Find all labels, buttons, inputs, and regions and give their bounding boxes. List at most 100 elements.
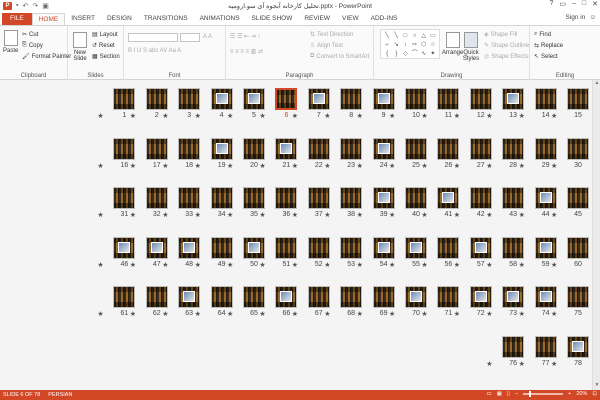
slide-thumbnail[interactable]: ★ 35 [227, 187, 265, 219]
slide-thumbnail[interactable]: ★ 72 [454, 286, 492, 318]
slide-thumbnail[interactable]: ★ 47 [130, 236, 168, 269]
slide-thumbnail[interactable]: ★ 34 [195, 187, 233, 219]
slide-thumbnail[interactable]: ★ 6 [259, 88, 298, 120]
slide-thumbnail[interactable]: ★ 67 [292, 286, 330, 318]
ribbon-display-icon[interactable]: ▭ [559, 0, 566, 8]
replace-button[interactable]: ⇆ Replace [534, 42, 563, 50]
slide-thumbnail[interactable]: ★ 15 [551, 88, 589, 120]
slide-thumbnail[interactable]: ★ 50 [227, 236, 265, 269]
slide-thumbnail[interactable]: ★ 56 [421, 236, 460, 269]
slide-thumbnail[interactable]: ★ 1 [97, 88, 136, 120]
text-direction-button[interactable]: ⇅ Text Direction [310, 31, 353, 39]
slide-thumbnail[interactable]: ★ 12 [454, 88, 492, 120]
slide-thumbnail[interactable]: ★ 73 [486, 286, 525, 318]
slide-thumbnail[interactable]: ★ 71 [421, 286, 460, 318]
normal-view-icon[interactable]: ▭ [487, 391, 492, 397]
slide-thumbnail[interactable]: ★ 33 [162, 187, 201, 219]
tab-home[interactable]: HOME [31, 13, 66, 25]
slide-thumbnail[interactable]: ★ 23 [324, 137, 363, 170]
slide-thumbnail[interactable]: ★ 77 [519, 335, 557, 368]
slide-thumbnail[interactable]: ★ 8 [324, 88, 363, 120]
slide-thumbnail[interactable]: ★ 55 [389, 236, 427, 269]
slide-thumbnail[interactable]: ★ 29 [519, 137, 557, 170]
slide-thumbnail[interactable]: ★ 75 [551, 286, 589, 318]
undo-icon[interactable]: ↶ [22, 2, 28, 10]
slide-thumbnail[interactable]: ★ 48 [162, 236, 201, 269]
layout-button[interactable]: ▤ Layout [92, 31, 118, 39]
slide-thumbnail[interactable]: ★ 14 [519, 88, 557, 120]
slide-thumbnail[interactable]: ★ 49 [195, 236, 233, 269]
slide-thumbnail[interactable]: ★ 64 [195, 286, 233, 318]
slide-thumbnail[interactable]: ★ 68 [324, 286, 363, 318]
shapes-gallery[interactable]: ╲ ╲ □ ○ △ ▭ ⌐ ↘ ↓ ⇨ ⬡ ☆ {} ◇ ⌒ ∿ ✦ [380, 29, 440, 59]
minimize-icon[interactable]: – [572, 0, 576, 8]
section-button[interactable]: ▦ Section [92, 53, 120, 61]
transition-star-icon[interactable]: ★ [97, 261, 103, 269]
tab-view[interactable]: VIEW [336, 13, 365, 25]
slide-thumbnail[interactable]: ★ 65 [227, 286, 265, 318]
slide-thumbnail[interactable]: ★ 76 [486, 335, 525, 368]
slide-thumbnail[interactable]: ★ 57 [454, 236, 492, 269]
smiley-icon[interactable]: ☺ [589, 14, 596, 21]
slide-thumbnail[interactable]: ★ 24 [357, 137, 395, 170]
slide-thumbnail[interactable]: ★ 39 [357, 187, 395, 219]
copy-button[interactable]: ⎘ Copy [22, 42, 43, 49]
slide-thumbnail[interactable]: ★ 40 [389, 187, 427, 219]
tab-transitions[interactable]: TRANSITIONS [138, 13, 194, 25]
tab-file[interactable]: FILE [2, 13, 32, 25]
slide-thumbnail[interactable]: ★ 43 [486, 187, 525, 219]
list-buttons[interactable]: ☰ ☰ ⇤ ⇥ ↕ [230, 33, 260, 40]
slide-thumbnail[interactable]: ★ 61 [97, 286, 136, 318]
shape-effects-button[interactable]: ◎ Shape Effects [484, 53, 529, 61]
align-buttons[interactable]: ≡ ≡ ≡ ≡ ▥ ⇄ [230, 48, 263, 55]
slide-thumbnail[interactable]: ★ 31 [97, 187, 136, 219]
slide-thumbnail[interactable]: ★ 59 [519, 236, 557, 269]
slide-thumbnail[interactable]: ★ 51 [259, 236, 298, 269]
tab-animations[interactable]: ANIMATIONS [194, 13, 246, 25]
zoom-in-icon[interactable]: + [568, 391, 571, 397]
quick-styles-button[interactable]: Quick Styles [462, 32, 480, 62]
arrange-button[interactable]: Arrange [442, 32, 463, 56]
tab-add-ins[interactable]: ADD-INS [365, 13, 404, 25]
slide-thumbnail[interactable]: ★ 52 [292, 236, 330, 269]
slide-thumbnail[interactable]: ★ 11 [421, 88, 460, 120]
slide-thumbnail[interactable]: ★ 4 [195, 88, 233, 120]
find-button[interactable]: ⌕ Find [534, 31, 551, 38]
tab-review[interactable]: REVIEW [298, 13, 336, 25]
paste-button[interactable]: Paste [3, 30, 18, 54]
slide-thumbnail[interactable]: ★ 63 [162, 286, 201, 318]
font-size-dropdown[interactable] [180, 33, 200, 42]
slide-thumbnail[interactable]: ★ 30 [551, 137, 589, 170]
help-icon[interactable]: ? [549, 0, 553, 8]
shape-fill-button[interactable]: ◈ Shape Fill [484, 31, 517, 39]
scroll-up-icon[interactable]: ▲ [593, 80, 600, 88]
slide-thumbnail[interactable]: ★ 16 [97, 137, 136, 170]
convert-smartart-button[interactable]: ⧉ Convert to SmartArt [310, 53, 369, 60]
transition-star-icon[interactable]: ★ [97, 162, 103, 170]
slide-sorter-view-icon[interactable]: ▦ [497, 391, 502, 397]
new-slide-button[interactable]: New Slide [72, 32, 88, 62]
maximize-icon[interactable]: □ [582, 0, 586, 8]
slide-thumbnail[interactable]: ★ 38 [324, 187, 363, 219]
font-format-buttons[interactable]: B I U S abc AV Aa A [128, 48, 181, 54]
start-slideshow-icon[interactable]: ▣ [42, 2, 49, 10]
slide-thumbnail[interactable]: ★ 28 [486, 137, 525, 170]
tab-insert[interactable]: INSERT [65, 13, 101, 25]
slide-thumbnail[interactable]: ★ 32 [130, 187, 168, 219]
format-painter-button[interactable]: 🖌 Format Painter [22, 53, 71, 61]
slide-thumbnail[interactable]: ★ 53 [324, 236, 363, 269]
cut-button[interactable]: ✂ Cut [22, 31, 38, 39]
font-name-dropdown[interactable] [128, 33, 178, 42]
slide-thumbnail[interactable]: ★ 7 [292, 88, 330, 120]
slide-thumbnail[interactable]: ★ 46 [97, 236, 136, 269]
zoom-out-icon[interactable]: − [515, 391, 518, 397]
slide-thumbnail[interactable]: ★ 13 [486, 88, 525, 120]
slide-thumbnail[interactable]: ★ 21 [259, 137, 298, 170]
slide-thumbnail[interactable]: ★ 9 [357, 88, 395, 120]
close-icon[interactable]: ✕ [592, 0, 598, 8]
slide-thumbnail[interactable]: ★ 60 [551, 236, 589, 269]
slide-thumbnail[interactable]: ★ 78 [551, 335, 589, 368]
vertical-scrollbar[interactable]: ▲ ▼ [592, 80, 600, 390]
slide-thumbnail[interactable]: ★ 66 [259, 286, 298, 318]
select-button[interactable]: ↖ Select [534, 53, 558, 61]
